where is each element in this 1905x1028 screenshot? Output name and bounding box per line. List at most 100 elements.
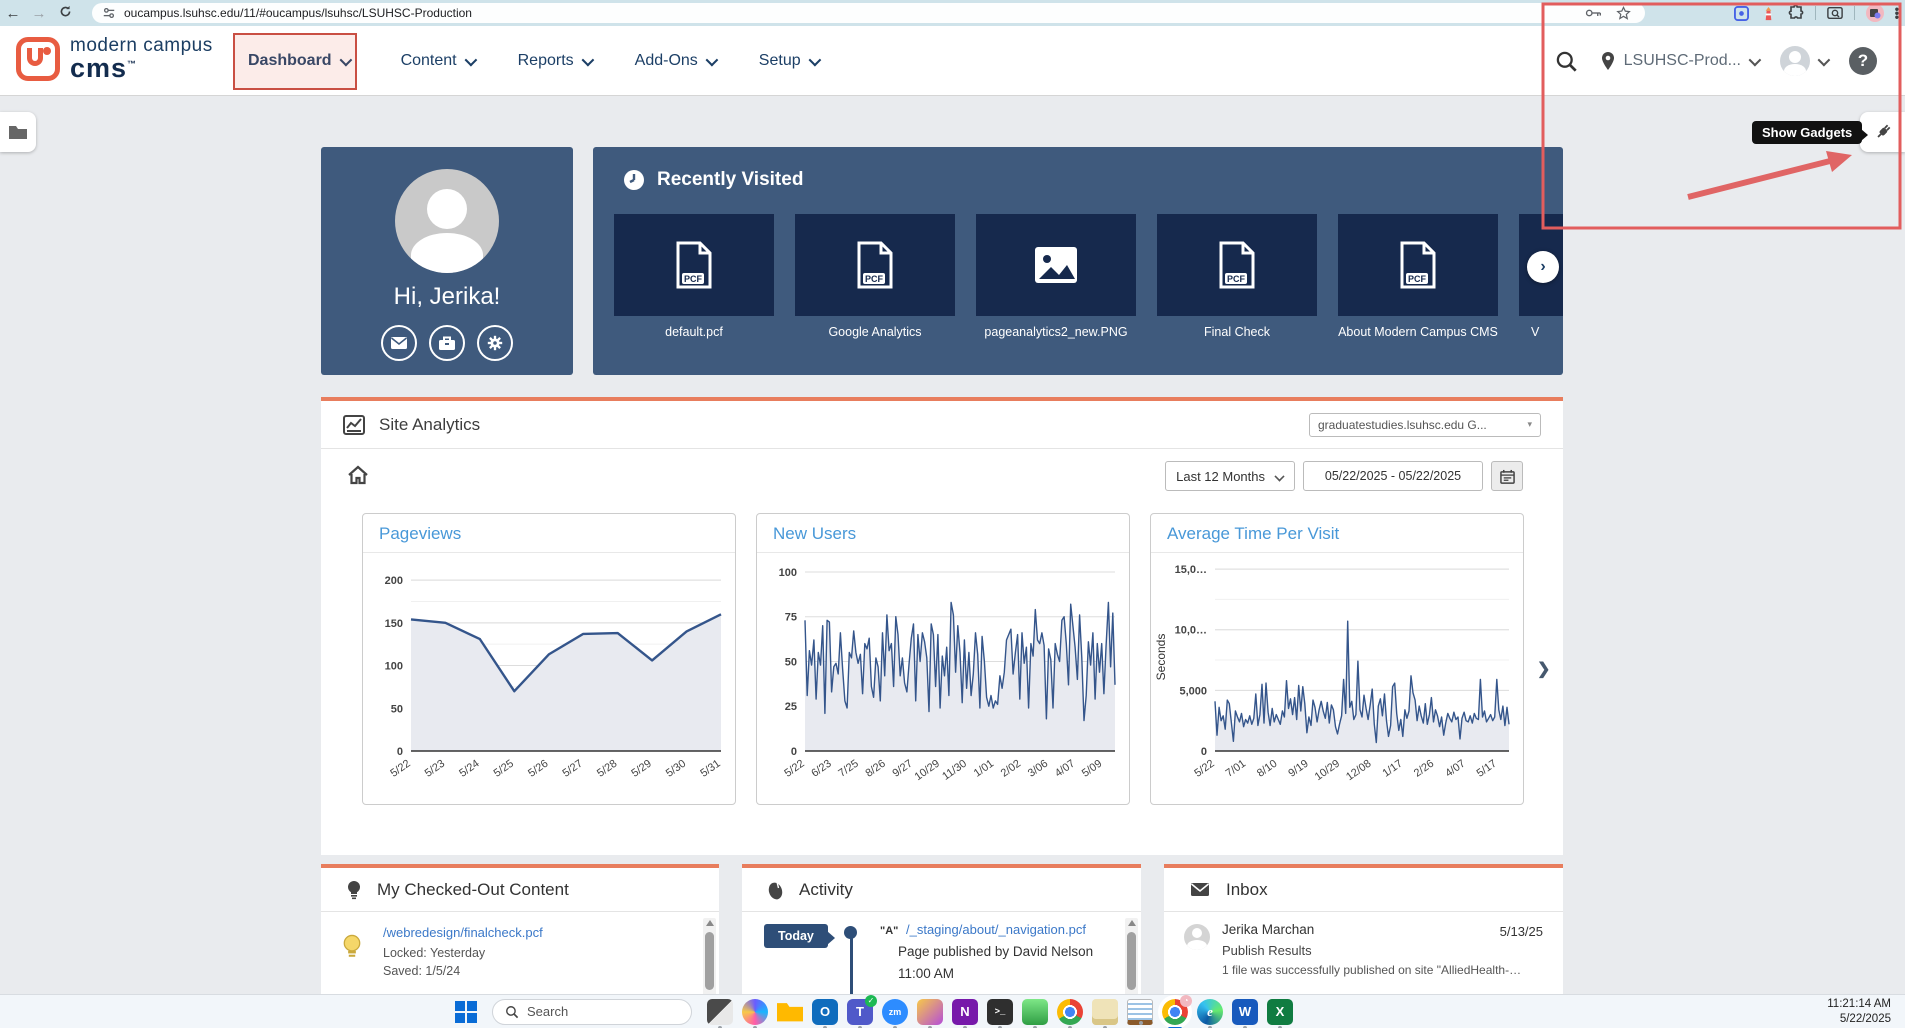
taskbar-icon-remote-desktop[interactable]	[1022, 999, 1048, 1025]
avg-time-chart-title: Average Time Per Visit	[1151, 514, 1523, 553]
menu-content[interactable]: Content	[401, 52, 474, 70]
browser-menu-icon[interactable]: •••	[1895, 7, 1899, 19]
bookmark-star-icon[interactable]	[1616, 6, 1631, 21]
extension-lighthouse-icon[interactable]	[1761, 5, 1777, 21]
menu-dashboard[interactable]: Dashboard	[240, 52, 357, 70]
date-range-select[interactable]: Last 12 Months	[1165, 461, 1295, 491]
taskbar-icon-excel[interactable]: X	[1267, 999, 1293, 1025]
analytics-site-dropdown[interactable]: graduatestudies.lsuhsc.edu G... ▾	[1309, 413, 1541, 437]
lightbulb-icon	[347, 880, 361, 900]
browser-profile-avatar[interactable]	[1866, 4, 1884, 22]
recent-tile[interactable]: PCF Final Check	[1157, 214, 1317, 341]
browser-back-icon[interactable]: ←	[0, 5, 26, 22]
menu-reports[interactable]: Reports	[518, 52, 591, 70]
new-users-chart: 02550751005/226/237/258/269/2710/2911/30…	[757, 553, 1129, 797]
greeting-actions	[321, 325, 573, 361]
menu-add-ons[interactable]: Add-Ons	[635, 52, 715, 70]
site-analytics-title: Site Analytics	[379, 415, 480, 435]
browser-refresh-icon[interactable]	[52, 5, 78, 22]
svg-text:150: 150	[385, 618, 403, 630]
extensions-puzzle-icon[interactable]	[1788, 5, 1804, 21]
taskbar-icon-zoom[interactable]: zm	[882, 999, 908, 1025]
svg-text:25: 25	[785, 701, 797, 713]
file-navigation-tab[interactable]	[0, 112, 36, 152]
image-file-icon	[1033, 245, 1079, 285]
envelope-icon	[390, 336, 408, 350]
analytics-home-button[interactable]	[347, 465, 369, 490]
extension-blue-icon[interactable]	[1734, 5, 1750, 21]
site-selector-label: LSUHSC-Prod...	[1624, 52, 1741, 70]
recently-visited-next-button[interactable]: ›	[1527, 251, 1559, 283]
workflow-button[interactable]	[429, 325, 465, 361]
taskbar-icon-chrome[interactable]	[1057, 999, 1083, 1025]
date-range-input[interactable]: 05/22/2025 - 05/22/2025	[1303, 461, 1483, 491]
settings-button[interactable]	[477, 325, 513, 361]
svg-text:200: 200	[385, 575, 403, 587]
recent-tile[interactable]: pageanalytics2_new.PNG	[976, 214, 1136, 341]
windows-start-button[interactable]	[455, 1001, 477, 1023]
divider	[1815, 6, 1816, 20]
search-tab-icon[interactable]	[1827, 5, 1843, 21]
taskbar-icon-designer[interactable]	[917, 999, 943, 1025]
svg-text:5/27: 5/27	[561, 758, 585, 780]
site-selector[interactable]: LSUHSC-Prod...	[1600, 51, 1758, 71]
windows-taskbar: Search O T✓ zm N >_ ◔ eWX 11:21:14 AM 5/22/202…	[0, 994, 1905, 1028]
scroll-up-icon[interactable]	[706, 920, 714, 926]
user-menu[interactable]	[1780, 46, 1827, 76]
taskbar-icon-copilot[interactable]	[742, 999, 768, 1025]
activity-description: Page published by David Nelson	[880, 944, 1093, 959]
browser-forward-icon[interactable]: →	[26, 5, 52, 22]
annotation-arrow-line	[1688, 159, 1838, 197]
svg-text:12/08: 12/08	[1344, 758, 1373, 784]
analytics-carousel-next[interactable]: ❯	[1537, 659, 1550, 679]
taskbar-icon-task-view[interactable]	[707, 999, 733, 1025]
site-settings-icon[interactable]	[102, 6, 116, 20]
taskbar-icon-chrome-active[interactable]: ◔	[1162, 999, 1188, 1025]
plug-icon	[1873, 122, 1893, 142]
calendar-button[interactable]	[1491, 461, 1523, 491]
gear-icon	[486, 334, 504, 352]
inbox-button[interactable]	[381, 325, 417, 361]
svg-text:5/28: 5/28	[595, 758, 619, 780]
taskbar-icon-teams[interactable]: T✓	[847, 999, 873, 1025]
recent-tile[interactable]: PCF About Modern Campus CMS	[1338, 214, 1498, 341]
taskbar-clock[interactable]: 11:21:14 AM 5/22/2025	[1827, 997, 1891, 1027]
checked-out-title: My Checked-Out Content	[377, 880, 569, 900]
taskbar-icon-word[interactable]: W	[1232, 999, 1258, 1025]
scroll-thumb[interactable]	[705, 932, 714, 990]
checked-out-lightbulb-icon[interactable]	[343, 934, 361, 960]
taskbar-icon-printer[interactable]	[1092, 999, 1118, 1025]
chevron-down-icon	[1749, 53, 1762, 66]
address-bar[interactable]: oucampus.lsuhsc.edu/11/#oucampus/lsuhsc/…	[92, 3, 1645, 23]
svg-text:0: 0	[1201, 746, 1207, 758]
taskbar-icon-file-explorer[interactable]	[777, 999, 803, 1025]
pcf-file-icon: PCF	[674, 241, 714, 289]
taskbar-icon-onenote[interactable]: N	[952, 999, 978, 1025]
svg-text:50: 50	[785, 656, 797, 668]
checked-out-file-link[interactable]: /webredesign/finalcheck.pcf	[383, 925, 543, 940]
taskbar-icon-edge[interactable]: e	[1197, 999, 1223, 1025]
pageviews-chart-panel: Pageviews 0501001502005/225/235/245/255/…	[362, 513, 736, 805]
scroll-up-icon[interactable]	[1128, 920, 1136, 926]
password-key-icon[interactable]	[1585, 6, 1602, 20]
taskbar-icon-outlook[interactable]: O	[812, 999, 838, 1025]
recent-tile[interactable]: PCF Google Analytics	[795, 214, 955, 341]
taskbar-icon-notepad[interactable]	[1127, 999, 1153, 1025]
show-gadgets-tooltip: Show Gadgets	[1752, 121, 1862, 144]
taskbar-search[interactable]: Search	[492, 999, 692, 1025]
taskbar-icon-terminal[interactable]: >_	[987, 999, 1013, 1025]
pcf-file-icon: PCF	[1217, 241, 1257, 289]
scroll-thumb[interactable]	[1127, 932, 1136, 990]
svg-text:5/30: 5/30	[664, 758, 688, 780]
recent-tile[interactable]: PCF default.pcf	[614, 214, 774, 341]
menu-setup[interactable]: Setup	[759, 52, 818, 70]
greeting-card: Hi, Jerika!	[321, 147, 573, 375]
activity-file-link[interactable]: /_staging/about/_navigation.pcf	[906, 922, 1086, 937]
inbox-message-row[interactable]: Jerika Marchan 5/13/25 Publish Results 1…	[1184, 922, 1543, 977]
search-icon[interactable]	[1555, 50, 1578, 73]
folder-icon	[8, 124, 28, 140]
help-button[interactable]: ?	[1849, 47, 1877, 75]
activity-title: Activity	[799, 880, 853, 900]
calendar-icon	[1500, 469, 1515, 484]
modern-campus-logo[interactable]: modern campus cms™	[16, 36, 213, 82]
